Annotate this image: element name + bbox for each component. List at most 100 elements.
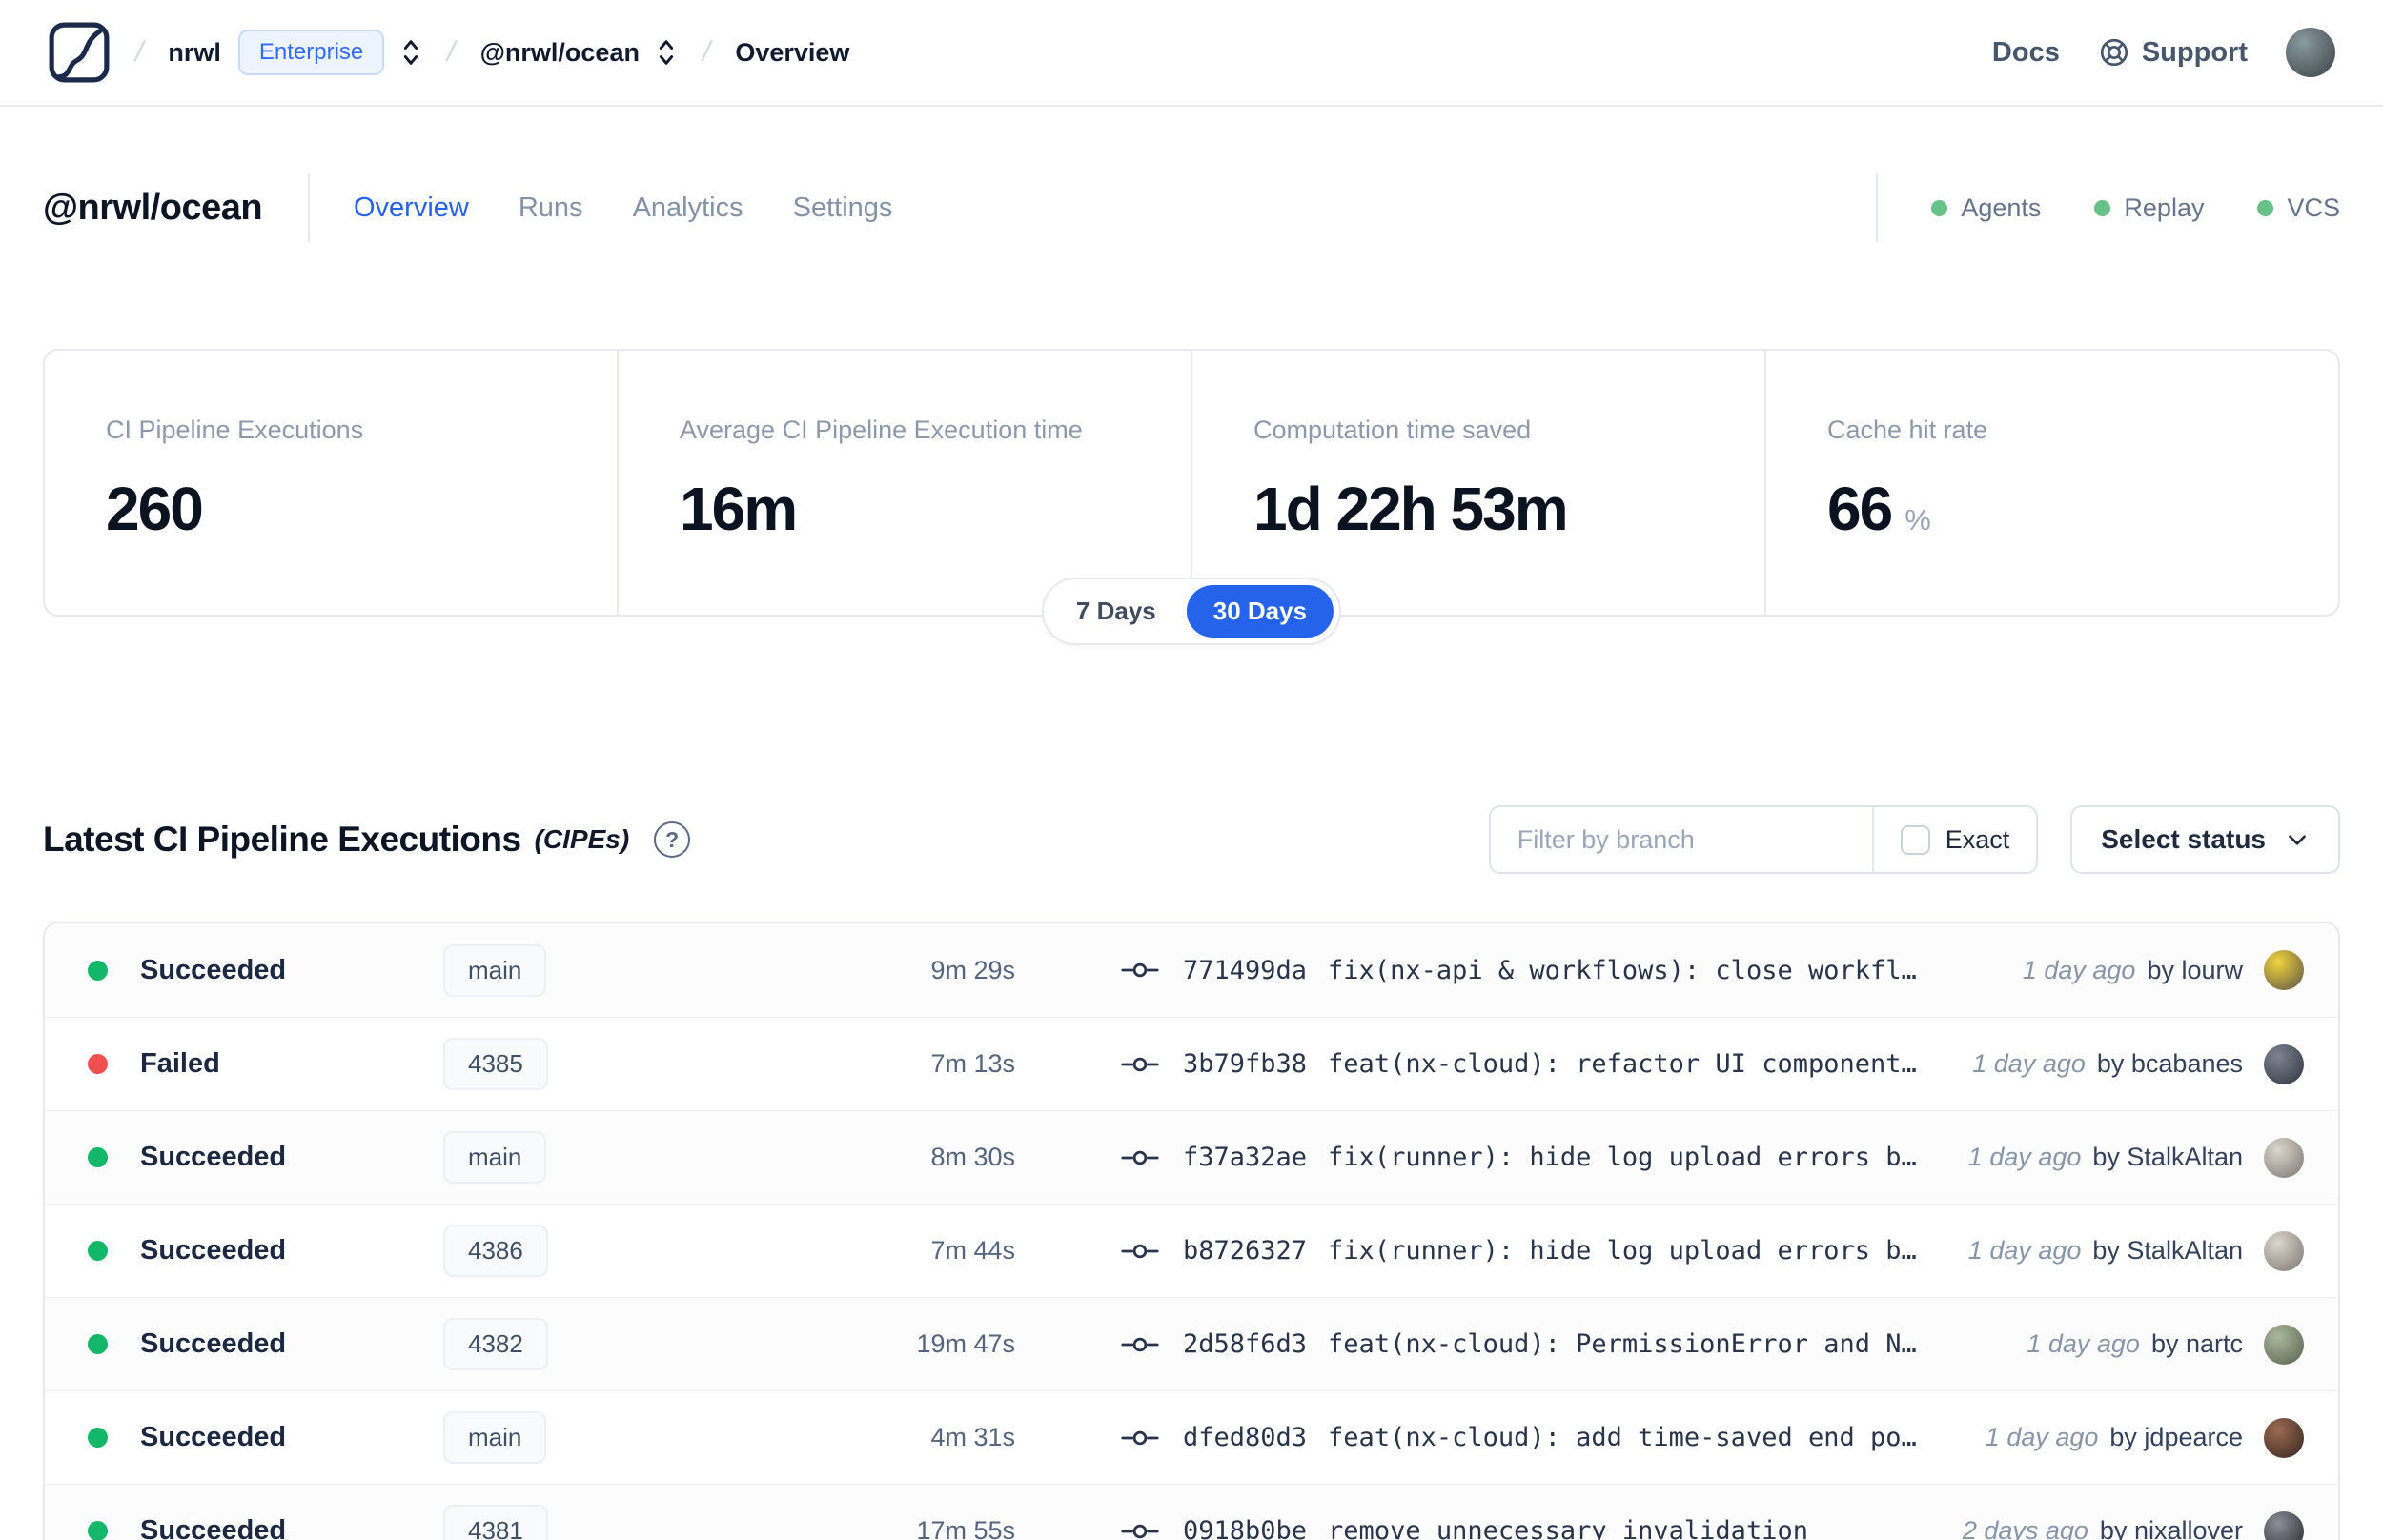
author: by bcabanes (2096, 1049, 2243, 1078)
exact-filter: Exact (1871, 807, 2037, 872)
user-avatar[interactable] (2286, 28, 2335, 77)
cipe-status: Succeeded (140, 954, 287, 985)
stat-label: Average CI Pipeline Execution time (680, 415, 1083, 444)
docs-link[interactable]: Docs (1992, 37, 2060, 69)
commit-hash: 3b79fb38 (1183, 1049, 1308, 1079)
commit-message: feat(nx-cloud): PermissionError and N… (1328, 1329, 1917, 1359)
cipe-duration: 19m 47s (916, 1329, 1015, 1358)
branch-filter-input[interactable] (1490, 807, 1872, 872)
status-dot-icon (2257, 199, 2274, 216)
stat-value: 66 (1827, 475, 1893, 543)
breadcrumb-org[interactable]: nrwl (168, 38, 221, 68)
table-row[interactable]: Succeeded 4381 17m 55s 0918b0be remove u… (45, 1484, 2338, 1540)
support-link[interactable]: Support (2098, 36, 2248, 69)
feature-agents[interactable]: Agents (1931, 193, 2041, 223)
stat-value: 260 (106, 475, 204, 543)
author: by nartc (2150, 1329, 2243, 1358)
feature-vcs[interactable]: VCS (2257, 193, 2340, 223)
stat-label: Computation time saved (1253, 415, 1532, 444)
cipe-duration: 7m 13s (930, 1049, 1015, 1078)
breadcrumb-separator: / (699, 36, 714, 68)
tab-runs[interactable]: Runs (519, 192, 583, 224)
commit-hash: 771499da (1183, 955, 1308, 985)
table-row[interactable]: Succeeded main 4m 31s dfed80d3 feat(nx-c… (45, 1390, 2338, 1484)
lifebuoy-icon (2098, 36, 2130, 69)
cipe-duration: 17m 55s (916, 1516, 1015, 1540)
org-switcher-icon[interactable] (399, 36, 422, 69)
support-label: Support (2141, 36, 2248, 68)
feature-replay[interactable]: Replay (2094, 193, 2204, 223)
cipe-status: Failed (140, 1048, 220, 1079)
breadcrumb-page: Overview (735, 37, 850, 67)
cipe-duration: 8m 30s (930, 1143, 1015, 1171)
stat-label: CI Pipeline Executions (106, 415, 364, 444)
status-select-dropdown[interactable]: Select status (2070, 805, 2340, 874)
git-commit-icon (1120, 1050, 1160, 1079)
help-icon[interactable]: ? (654, 821, 691, 858)
cipe-section-header: Latest CI Pipeline Executions (CIPEs) ? … (43, 805, 2340, 874)
stat-value: 1d 22h 53m (1253, 475, 1569, 543)
cipe-duration: 7m 44s (930, 1236, 1015, 1265)
section-title: Latest CI Pipeline Executions (43, 820, 521, 859)
period-option-30-days[interactable]: 30 Days (1186, 585, 1334, 638)
cipe-status: Succeeded (140, 1142, 287, 1172)
time-ago: 1 day ago (1985, 1423, 2099, 1451)
status-dot-icon (88, 960, 108, 981)
table-row[interactable]: Failed 4385 7m 13s 3b79fb38 feat(nx-clou… (45, 1017, 2338, 1110)
author: by lourw (2147, 955, 2243, 984)
cipe-status: Succeeded (140, 1235, 287, 1266)
commit-message: fix(runner): hide log upload errors b… (1328, 1236, 1917, 1266)
exact-checkbox[interactable] (1900, 824, 1930, 855)
commit-message: fix(nx-api & workflows): close workfl… (1328, 955, 1917, 985)
workspace-switcher-icon[interactable] (655, 36, 678, 69)
tab-analytics[interactable]: Analytics (633, 192, 743, 224)
git-commit-icon (1120, 1517, 1160, 1540)
section-title-suffix: (CIPEs) (534, 824, 630, 854)
status-dot-icon (88, 1147, 108, 1167)
time-ago: 1 day ago (1967, 1236, 2082, 1265)
branch-chip: 4382 (443, 1318, 548, 1370)
branch-chip: main (443, 1411, 547, 1464)
commit-hash: 2d58f6d3 (1183, 1329, 1308, 1359)
cipe-status: Succeeded (140, 1328, 287, 1359)
cipe-status: Succeeded (140, 1422, 287, 1452)
stat-average-execution-time: Average CI Pipeline Execution time 16m (617, 351, 1191, 615)
cipe-duration: 4m 31s (930, 1423, 1015, 1451)
table-row[interactable]: Succeeded main 8m 30s f37a32ae fix(runne… (45, 1110, 2338, 1204)
git-commit-icon (1120, 956, 1160, 984)
tab-overview[interactable]: Overview (354, 192, 469, 224)
feature-status-list: Agents Replay VCS (1931, 193, 2340, 223)
stat-label: Cache hit rate (1827, 415, 1988, 444)
avatar (2264, 1417, 2304, 1458)
enterprise-badge: Enterprise (237, 30, 385, 75)
status-dot-icon (88, 1428, 108, 1448)
table-row[interactable]: Succeeded main 9m 29s 771499da fix(nx-ap… (45, 923, 2338, 1017)
author: by jdpearce (2109, 1423, 2243, 1451)
feature-label: Replay (2124, 192, 2205, 222)
stat-value-suffix: % (1904, 503, 1931, 537)
branch-chip: 4385 (443, 1038, 548, 1090)
tab-settings[interactable]: Settings (793, 192, 893, 224)
author: by StalkAltan (2092, 1143, 2243, 1171)
branch-chip: 4386 (443, 1225, 548, 1277)
time-ago: 1 day ago (1972, 1049, 2086, 1078)
commit-hash: 0918b0be (1183, 1516, 1308, 1540)
branch-filter-group: Exact (1488, 805, 2039, 874)
avatar (2264, 1137, 2304, 1178)
git-commit-icon (1120, 1144, 1160, 1172)
cipe-status: Succeeded (140, 1515, 287, 1540)
avatar (2264, 950, 2304, 990)
table-row[interactable]: Succeeded 4386 7m 44s b8726327 fix(runne… (45, 1204, 2338, 1297)
period-toggle: 7 Days 30 Days (1041, 578, 1342, 645)
breadcrumb-workspace[interactable]: @nrwl/ocean (480, 38, 640, 68)
nx-cloud-logo-icon[interactable] (48, 21, 111, 84)
time-ago: 1 day ago (1967, 1143, 2082, 1171)
workspace-header: @nrwl/ocean Overview Runs Analytics Sett… (43, 173, 2340, 242)
commit-hash: b8726327 (1183, 1236, 1308, 1266)
table-row[interactable]: Succeeded 4382 19m 47s 2d58f6d3 feat(nx-… (45, 1297, 2338, 1390)
period-option-7-days[interactable]: 7 Days (1049, 585, 1183, 638)
git-commit-icon (1120, 1237, 1160, 1266)
stat-value: 16m (680, 475, 798, 543)
git-commit-icon (1120, 1424, 1160, 1452)
stats-cards: CI Pipeline Executions 260 Average CI Pi… (43, 349, 2340, 617)
